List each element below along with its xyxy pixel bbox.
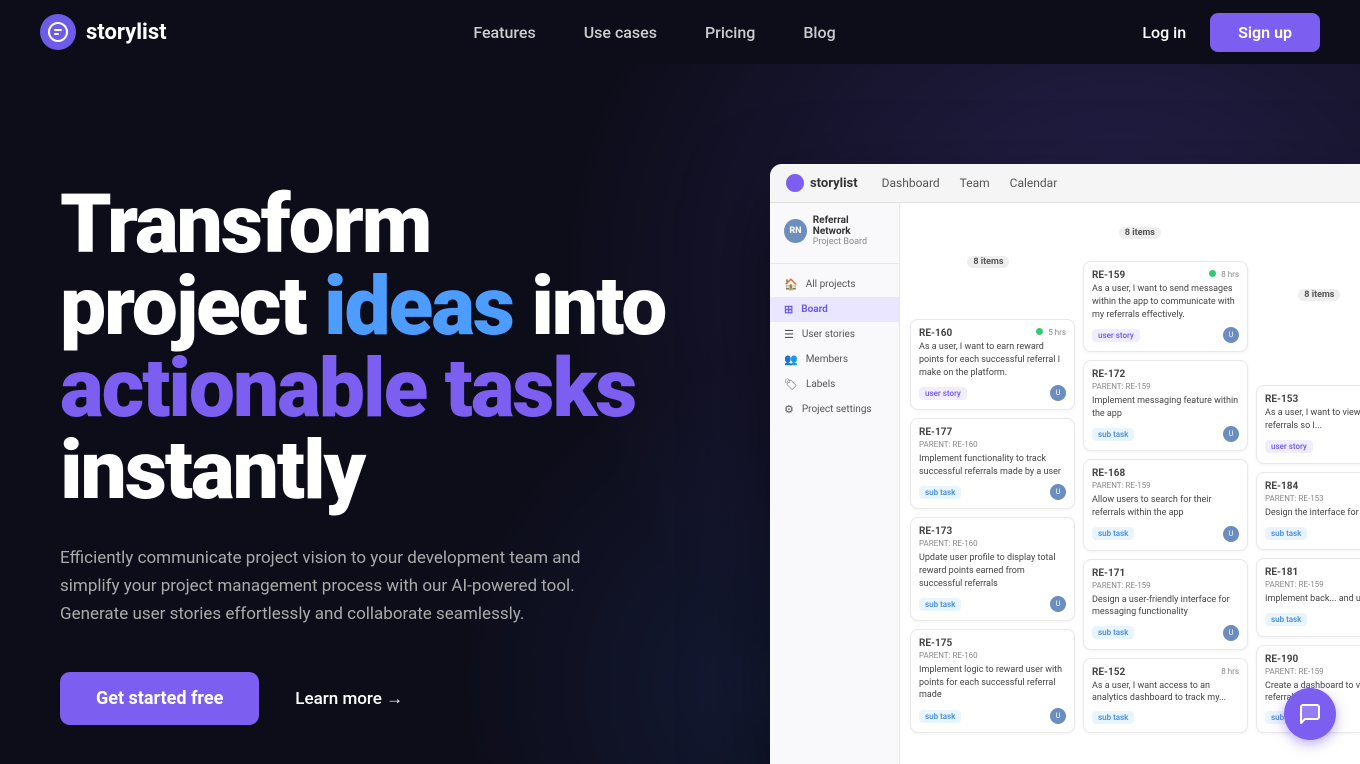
project-avatar: RN (784, 219, 807, 243)
kanban-col-backlog: Backlog 8 items RE-153 8 hrs (1256, 213, 1360, 733)
learn-more-link[interactable]: Learn more → (295, 689, 403, 709)
sidebar-labels-label: Labels (806, 379, 835, 390)
table-row: RE-171 PARENT: RE-159 Design a user-frie… (1083, 559, 1248, 650)
table-row: RE-153 8 hrs As a user, I want to view a… (1256, 385, 1360, 463)
dashboard-preview: storylist Dashboard Team Calendar RN Ref… (770, 164, 1360, 764)
sidebar-board-label: Board (801, 304, 828, 315)
preview-nav-team[interactable]: Team (960, 176, 990, 190)
kanban-board: New issues 8 items RE-160 5 hrs (900, 203, 1360, 743)
sidebar-board[interactable]: ⊞ Board (770, 297, 899, 322)
settings-icon: ⚙ (784, 403, 794, 416)
board-icon: ⊞ (784, 303, 793, 316)
col-header-icebox: Icebox 8 items (1083, 213, 1248, 253)
sidebar-divider (770, 263, 899, 264)
chat-icon (1298, 702, 1322, 726)
nav-use-cases[interactable]: Use cases (584, 23, 657, 42)
col-header-backlog: Backlog 8 items (1256, 213, 1360, 377)
col-header-new-issues: New issues 8 items (910, 213, 1075, 311)
sidebar-labels[interactable]: 🏷 Labels (770, 372, 899, 397)
nav-features[interactable]: Features (473, 23, 535, 42)
table-row: RE-184 PARENT: RE-153 Design the interfa… (1256, 472, 1360, 551)
kanban-content: New issues 8 items RE-160 5 hrs (900, 203, 1360, 764)
labels-icon: 🏷 (784, 378, 798, 391)
preview-logo: storylist (786, 174, 858, 192)
hero-headline: Transform project ideas into actionable … (60, 184, 740, 512)
kanban-col-new-issues: New issues 8 items RE-160 5 hrs (910, 213, 1075, 733)
logo-text: storylist (86, 20, 167, 45)
hero-cta: Get started free Learn more → (60, 672, 740, 725)
preview-nav-dashboard[interactable]: Dashboard (882, 176, 940, 190)
sidebar-all-projects[interactable]: 🏠 All projects (770, 272, 899, 297)
navbar: storylist Features Use cases Pricing Blo… (0, 0, 1360, 64)
sidebar-stories-label: User stories (802, 329, 855, 340)
hero-section: Transform project ideas into actionable … (0, 64, 1360, 764)
sidebar-user-stories[interactable]: ☰ User stories (770, 322, 899, 347)
preview-logo-text: storylist (810, 176, 858, 191)
sidebar-members[interactable]: 👥 Members (770, 347, 899, 372)
sidebar-settings-label: Project settings (802, 404, 872, 415)
preview-topbar: storylist Dashboard Team Calendar (770, 164, 1360, 203)
table-row: RE-172 PARENT: RE-159 Implement messagin… (1083, 360, 1248, 451)
nav-links: Features Use cases Pricing Blog (473, 23, 835, 42)
project-name: Referral Network (813, 215, 885, 237)
project-sub: Project Board (813, 237, 885, 247)
signup-button[interactable]: Sign up (1210, 13, 1320, 52)
table-row: RE-175 PARENT: RE-160 Implement logic to… (910, 629, 1075, 733)
logo[interactable]: storylist (40, 14, 167, 50)
headline-line4: instantly (60, 423, 364, 519)
sidebar-all-projects-label: All projects (806, 279, 856, 290)
sidebar-members-label: Members (806, 354, 848, 365)
nav-pricing[interactable]: Pricing (705, 23, 755, 42)
nav-blog[interactable]: Blog (803, 23, 835, 42)
kanban-col-icebox: Icebox 8 items RE-159 8 hrs (1083, 213, 1248, 733)
table-row: RE-168 PARENT: RE-159 Allow users to sea… (1083, 459, 1248, 550)
preview-window: storylist Dashboard Team Calendar RN Ref… (770, 164, 1360, 764)
get-started-button[interactable]: Get started free (60, 672, 259, 725)
sidebar-settings[interactable]: ⚙ Project settings (770, 397, 899, 422)
login-button[interactable]: Log in (1142, 23, 1186, 42)
hero-subtext: Efficiently communicate project vision t… (60, 544, 630, 628)
hero-left: Transform project ideas into actionable … (60, 104, 740, 725)
table-row: RE-177 PARENT: RE-160 Implement function… (910, 418, 1075, 509)
table-row: RE-152 8 hrs As a user, I want access to… (1083, 658, 1248, 733)
preview-nav-calendar[interactable]: Calendar (1010, 176, 1058, 190)
table-row: RE-181 PARENT: RE-159 Implement back... … (1256, 558, 1360, 637)
logo-icon (40, 14, 76, 50)
table-row: RE-173 PARENT: RE-160 Update user profil… (910, 517, 1075, 621)
nav-actions: Log in Sign up (1142, 13, 1320, 52)
sidebar-project: RN Referral Network Project Board (770, 215, 899, 255)
preview-nav: Dashboard Team Calendar (882, 176, 1058, 190)
preview-body: RN Referral Network Project Board 🏠 All … (770, 203, 1360, 764)
preview-sidebar: RN Referral Network Project Board 🏠 All … (770, 203, 900, 764)
table-row: RE-160 5 hrs As a user, I want to earn r… (910, 319, 1075, 410)
home-icon: 🏠 (784, 278, 798, 291)
stories-icon: ☰ (784, 328, 794, 341)
table-row: RE-159 8 hrs As a user, I want to send m… (1083, 261, 1248, 352)
project-info: Referral Network Project Board (813, 215, 885, 247)
chat-bubble[interactable] (1284, 688, 1336, 740)
members-icon: 👥 (784, 353, 798, 366)
preview-logo-icon (786, 174, 804, 192)
